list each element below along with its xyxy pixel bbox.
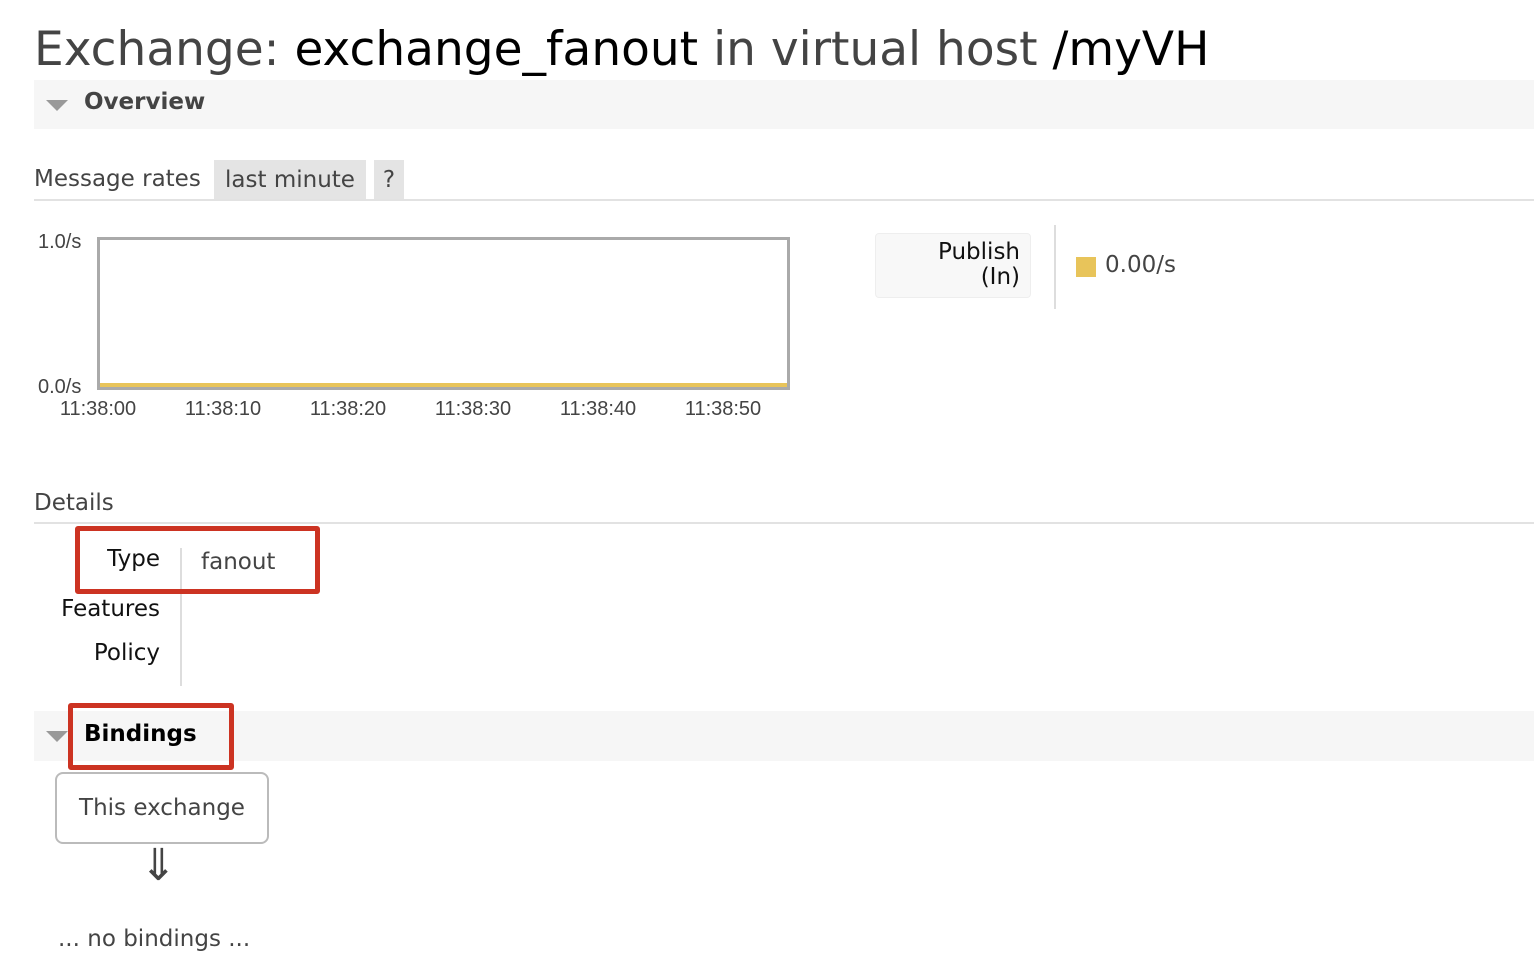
overview-heading: Overview: [84, 89, 206, 115]
y-tick-label: 0.0/s: [38, 376, 82, 398]
double-arrow-down-icon: ⇓: [140, 840, 177, 891]
x-tick-label: 11:38:50: [684, 398, 762, 420]
highlight-box-type: [75, 526, 320, 594]
message-rates-label: Message rates: [34, 166, 201, 192]
help-button[interactable]: ?: [374, 160, 404, 200]
highlight-box-bindings: [68, 703, 234, 770]
range-selector[interactable]: last minute: [214, 160, 366, 200]
overview-section-toggle[interactable]: Overview: [34, 80, 1534, 129]
chart-plot-area: [97, 237, 790, 390]
vhost-name: /myVH: [1052, 22, 1210, 77]
collapse-triangle-icon: [46, 731, 68, 742]
exchange-name: exchange_fanout: [294, 22, 699, 77]
divider: [34, 199, 1534, 201]
divider: [1054, 225, 1056, 309]
x-tick-label: 11:38:00: [59, 398, 137, 420]
x-tick-label: 11:38:20: [309, 398, 387, 420]
this-exchange-box: This exchange: [55, 772, 269, 844]
collapse-triangle-icon: [46, 100, 68, 111]
series-line-publish-in: [100, 383, 787, 387]
details-key-features: Features: [61, 596, 160, 622]
details-heading: Details: [34, 490, 114, 516]
details-key-policy: Policy: [93, 640, 160, 666]
x-tick-label: 11:38:30: [434, 398, 512, 420]
legend-label-sub: (In): [980, 264, 1020, 290]
publish-in-rate: 0.00/s: [1105, 252, 1176, 278]
bindings-section-toggle[interactable]: Bindings: [34, 711, 1534, 761]
no-bindings-text: ... no bindings ...: [58, 926, 251, 952]
legend-label-box: Publish (In): [875, 233, 1031, 298]
x-tick-label: 11:38:40: [559, 398, 637, 420]
page-title: Exchange: exchange_fanout in virtual hos…: [34, 22, 1210, 77]
y-tick-label: 1.0/s: [38, 231, 82, 253]
legend-label: Publish: [938, 239, 1020, 265]
x-tick-label: 11:38:10: [184, 398, 262, 420]
legend-swatch: [1076, 257, 1096, 277]
divider: [34, 522, 1534, 524]
